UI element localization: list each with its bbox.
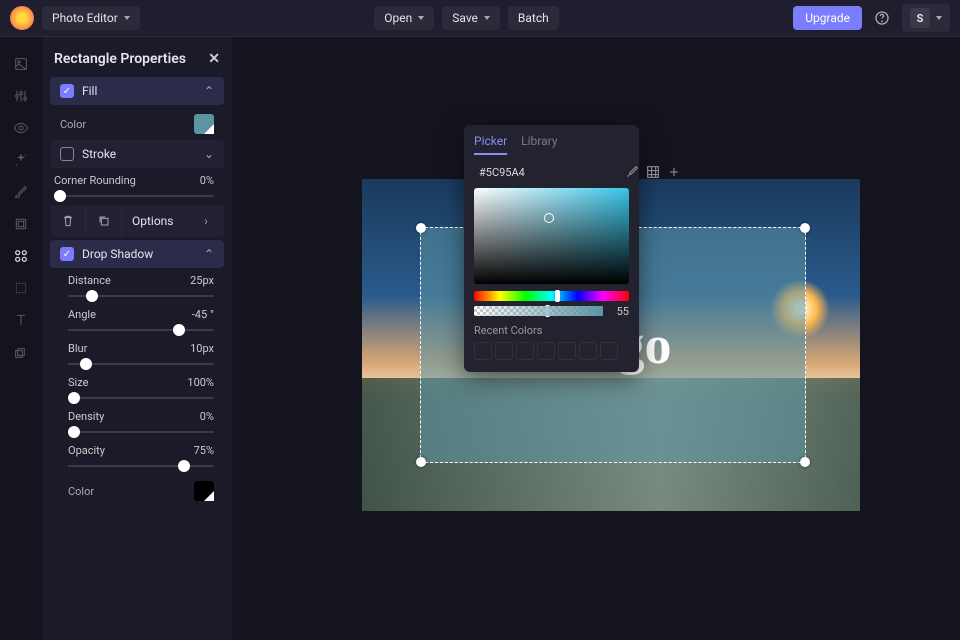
- angle-slider[interactable]: [68, 324, 214, 336]
- image-tool-icon[interactable]: [8, 51, 34, 77]
- recent-color-swatch[interactable]: [516, 342, 534, 360]
- chevron-down-icon: [124, 16, 130, 20]
- size-slider[interactable]: [68, 392, 214, 404]
- chevron-down-icon: ⌄: [204, 147, 214, 161]
- chevron-right-icon[interactable]: ›: [188, 205, 224, 237]
- resize-handle-se[interactable]: [800, 457, 810, 467]
- brush-tool-icon[interactable]: [8, 179, 34, 205]
- stroke-checkbox[interactable]: [60, 147, 74, 161]
- chevron-up-icon: ⌃: [204, 247, 214, 261]
- alpha-value: 55: [609, 305, 629, 318]
- alpha-slider[interactable]: [474, 306, 603, 316]
- upgrade-button[interactable]: Upgrade: [793, 6, 862, 30]
- distance-slider[interactable]: [68, 290, 214, 302]
- stroke-section[interactable]: Stroke ⌄: [50, 140, 224, 168]
- resize-handle-ne[interactable]: [800, 223, 810, 233]
- duplicate-button[interactable]: [86, 205, 122, 237]
- top-bar: Photo Editor Open Save Batch Upgrade S: [0, 0, 960, 37]
- picker-tab[interactable]: Picker: [474, 134, 507, 155]
- shadow-color-swatch[interactable]: [194, 481, 214, 501]
- tool-rail: [0, 37, 42, 640]
- canvas[interactable]: Logo Picker Library 55 Recent Colors: [232, 37, 960, 640]
- text-tool-icon[interactable]: [8, 307, 34, 333]
- add-color-icon[interactable]: [666, 163, 682, 181]
- recent-color-swatch[interactable]: [558, 342, 576, 360]
- recent-colors-label: Recent Colors: [474, 324, 629, 337]
- eyedropper-icon[interactable]: [624, 163, 640, 181]
- app-switcher[interactable]: Photo Editor: [42, 6, 140, 30]
- opacity-slider[interactable]: [68, 460, 214, 472]
- help-icon[interactable]: [870, 6, 894, 30]
- blur-slider[interactable]: [68, 358, 214, 370]
- options-button[interactable]: Options: [122, 214, 188, 228]
- open-button[interactable]: Open: [374, 6, 434, 30]
- hue-slider[interactable]: [474, 291, 629, 301]
- adjust-tool-icon[interactable]: [8, 83, 34, 109]
- resize-handle-nw[interactable]: [416, 223, 426, 233]
- delete-button[interactable]: [50, 205, 86, 237]
- select-tool-icon[interactable]: [8, 275, 34, 301]
- recent-color-swatch[interactable]: [537, 342, 555, 360]
- fill-color-label: Color: [60, 118, 86, 131]
- recent-color-swatch[interactable]: [600, 342, 618, 360]
- saturation-value-field[interactable]: [474, 188, 629, 284]
- library-tab[interactable]: Library: [521, 134, 557, 155]
- corner-rounding-slider[interactable]: [54, 190, 214, 202]
- drop-shadow-section[interactable]: ✓ Drop Shadow ⌃: [50, 240, 224, 268]
- save-button[interactable]: Save: [442, 6, 500, 30]
- eye-tool-icon[interactable]: [8, 115, 34, 141]
- hex-input[interactable]: [479, 166, 619, 179]
- density-slider[interactable]: [68, 426, 214, 438]
- palette-grid-icon[interactable]: [645, 163, 661, 181]
- corner-rounding-label: Corner Rounding: [54, 174, 136, 187]
- app-logo: [10, 6, 34, 30]
- user-menu[interactable]: S: [902, 4, 950, 32]
- layers-tool-icon[interactable]: [8, 339, 34, 365]
- chevron-down-icon: [936, 16, 942, 20]
- chevron-up-icon: ⌃: [204, 84, 214, 98]
- batch-button[interactable]: Batch: [508, 6, 559, 30]
- resize-handle-sw[interactable]: [416, 457, 426, 467]
- recent-color-swatch[interactable]: [495, 342, 513, 360]
- fill-color-swatch[interactable]: [194, 114, 214, 134]
- recent-color-swatch[interactable]: [579, 342, 597, 360]
- chevron-down-icon: [484, 16, 490, 20]
- drop-shadow-checkbox[interactable]: ✓: [60, 247, 74, 261]
- panel-title: Rectangle Properties: [54, 51, 186, 67]
- fill-checkbox[interactable]: ✓: [60, 84, 74, 98]
- shapes-tool-icon[interactable]: [8, 243, 34, 269]
- fill-section[interactable]: ✓ Fill ⌃: [50, 77, 224, 105]
- recent-color-swatch[interactable]: [474, 342, 492, 360]
- frame-tool-icon[interactable]: [8, 211, 34, 237]
- shadow-color-label: Color: [68, 485, 94, 498]
- close-icon[interactable]: ✕: [208, 51, 220, 67]
- sparkle-tool-icon[interactable]: [8, 147, 34, 173]
- properties-panel: Rectangle Properties ✕ ✓ Fill ⌃ Color St…: [42, 37, 232, 640]
- chevron-down-icon: [418, 16, 424, 20]
- color-picker-popover: Picker Library 55 Recent Colors: [464, 125, 639, 372]
